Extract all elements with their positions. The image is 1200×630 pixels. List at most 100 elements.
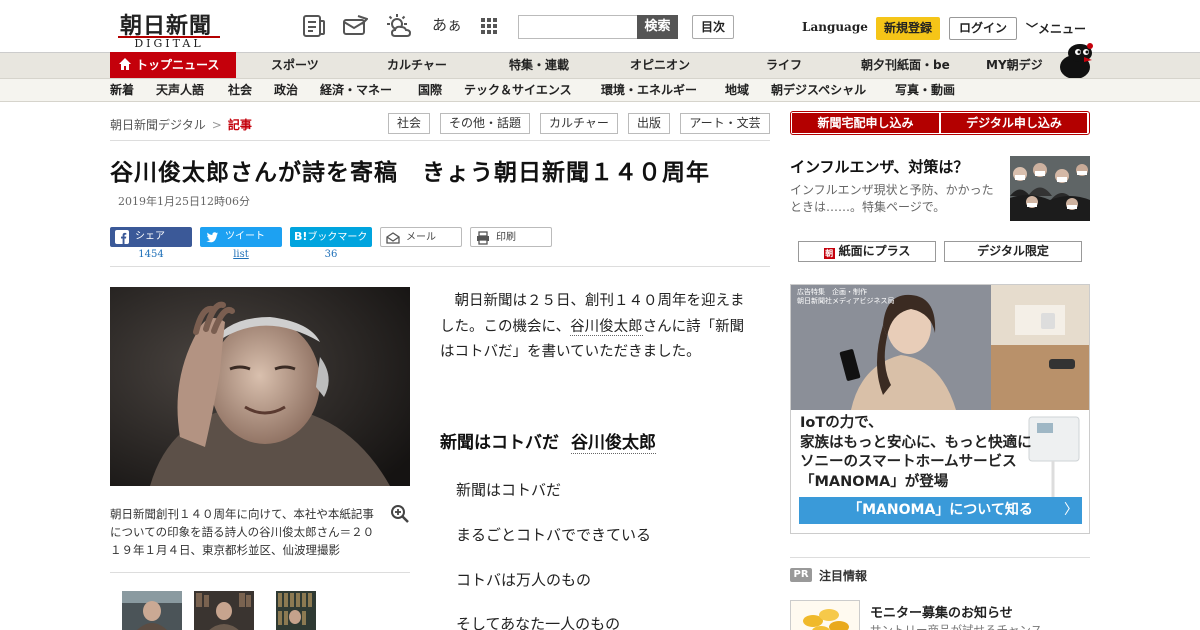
newspaper-icon[interactable] [301, 13, 327, 39]
ad-label-line: 広告特集 企画・制作 [797, 288, 867, 296]
nav2-item-economy[interactable]: 経済・マネー [320, 79, 392, 101]
nav2-item-tech[interactable]: テック＆サイエンス [464, 79, 572, 101]
tag-publishing[interactable]: 出版 [628, 113, 670, 134]
article-headline: 谷川俊太郎さんが詩を寄稿 きょう朝日新聞１４０周年 [110, 160, 710, 186]
tag-society[interactable]: 社会 [388, 113, 430, 134]
poem-line: まるごとコトバでできている [456, 526, 652, 544]
grid-icon[interactable] [476, 13, 502, 39]
poem-author-link[interactable]: 谷川俊太郎 [571, 433, 656, 454]
paper-plus-button[interactable]: 朝紙面にプラス [798, 241, 936, 262]
nav2-item-international[interactable]: 国際 [418, 79, 442, 101]
poem-line: コトバは万人のもの [456, 571, 592, 589]
logo-subtext: DIGITAL [134, 37, 204, 50]
facebook-share-button[interactable]: シェア [110, 227, 192, 247]
chevron-down-icon: ﹀ [1026, 22, 1039, 36]
divider [110, 572, 410, 573]
breadcrumb: 朝日新聞デジタル > 記事 [110, 116, 252, 133]
photo-caption: 朝日新聞創刊１４０周年に向けて、本社や本紙記事についての印象を語る詩人の谷川俊太… [110, 507, 375, 557]
nav2-item-region[interactable]: 地域 [725, 79, 749, 101]
nav-item-features[interactable]: 特集・連載 [509, 52, 569, 78]
promo-description: インフルエンザ現状と予防、かかったときは……。特集ページで。 [790, 183, 994, 214]
facebook-share-label: シェア [135, 231, 165, 242]
printer-icon [477, 231, 489, 245]
nav2-item-tenseijingo[interactable]: 天声人語 [156, 79, 204, 101]
mascot-icon[interactable] [1054, 43, 1094, 79]
print-button[interactable]: 印刷 [470, 227, 552, 247]
promo-title[interactable]: インフルエンザ、対策は？ [790, 156, 968, 177]
poem-title: 新聞はコトバだ [440, 433, 559, 453]
language-link[interactable]: Language [802, 20, 868, 34]
ad-copy-line: 「MANOMA」が登場 [800, 473, 949, 490]
weather-icon[interactable] [386, 13, 412, 39]
twitter-bird-icon [206, 232, 218, 243]
subscribe-digital-button[interactable]: デジタル申し込み [941, 113, 1087, 133]
nav2-item-special[interactable]: 朝デジスペシャル [771, 79, 866, 101]
nav-item-opinion[interactable]: オピニオン [630, 52, 690, 78]
login-button[interactable]: ログイン [949, 17, 1017, 40]
nav2-item-latest[interactable]: 新着 [110, 79, 134, 101]
nav2-item-society[interactable]: 社会 [228, 79, 252, 101]
subscribe-paper-button[interactable]: 新聞宅配申し込み [792, 113, 939, 133]
article-date: 2019年1月25日12時06分 [118, 195, 250, 208]
print-label: 印刷 [496, 232, 516, 243]
nav2-item-environment[interactable]: 環境・エネルギー [601, 79, 697, 101]
pr-item-image[interactable] [790, 600, 860, 630]
nav-item-sports[interactable]: スポーツ [271, 52, 319, 78]
digital-only-button[interactable]: デジタル限定 [944, 241, 1082, 262]
ad-copy-line: IoTの力で、 [800, 415, 883, 431]
pr-badge: PR [790, 568, 812, 582]
divider [790, 557, 1090, 558]
photo-thumbnail[interactable] [122, 591, 182, 630]
tag-culture[interactable]: カルチャー [540, 113, 618, 134]
hatena-bookmark-button[interactable]: B!ブックマーク [290, 227, 372, 247]
site-logo[interactable]: 朝日新聞 DIGITAL [110, 8, 228, 50]
home-icon [119, 58, 131, 70]
mail-share-label: メール [406, 232, 436, 243]
divider [110, 266, 770, 267]
twitter-share-label: ツイート [225, 231, 265, 242]
nav2-item-politics[interactable]: 政治 [274, 79, 298, 101]
mail-icon [386, 232, 400, 244]
paper-plane-icon[interactable] [342, 13, 369, 39]
nav2-item-photo[interactable]: 写真・動画 [895, 79, 955, 101]
poem-line: そしてあなた一人のもの [456, 615, 621, 630]
search-button[interactable]: 検索 [637, 15, 678, 39]
promo-image[interactable] [1010, 156, 1090, 221]
font-size-icon[interactable]: あぁ [432, 14, 462, 35]
twitter-share-count[interactable]: list [200, 249, 282, 260]
author-link[interactable]: 谷川俊太郎 [570, 318, 643, 336]
nav-item-paper[interactable]: 朝夕刊紙面・be [861, 52, 950, 78]
twitter-share-button[interactable]: ツイート [200, 227, 282, 247]
menu-label: メニュー [1038, 22, 1087, 36]
menu-button[interactable]: ﹀メニュー [1026, 20, 1086, 37]
tag-art[interactable]: アート・文芸 [680, 113, 770, 134]
facebook-icon [115, 230, 129, 244]
toc-button[interactable]: 目次 [692, 15, 734, 39]
pr-item-title[interactable]: モニター募集のお知らせ [870, 602, 1013, 621]
poem-line: 新聞はコトバだ [456, 481, 562, 499]
ad-label: 広告特集 企画・制作 朝日新聞社メディアビジネス局 [797, 288, 997, 306]
chevron-right-icon: 〉 [1064, 502, 1078, 518]
hatena-share-count: 36 [324, 249, 338, 260]
nav-item-life[interactable]: ライフ [766, 52, 802, 78]
pr-section-title: 注目情報 [819, 569, 868, 583]
article-body: 朝日新聞は２５日、創刊１４０周年を迎えました。この機会に、谷川俊太郎さんに詩「新… [440, 289, 750, 366]
divider [110, 140, 770, 141]
nav-item-my[interactable]: MY朝デジ [986, 52, 1043, 78]
search-input[interactable] [518, 15, 638, 39]
photo-thumbnail[interactable] [276, 591, 316, 630]
ad-copy: IoTの力で、 家族はもっと安心に、もっと快適に ソニーのスマートホームサービス… [800, 414, 1032, 492]
mail-share-button[interactable]: メール [380, 227, 462, 247]
photo-thumbnail[interactable] [194, 591, 254, 630]
nav-item-culture[interactable]: カルチャー [387, 52, 447, 78]
paper-plus-icon: 朝 [823, 248, 835, 259]
breadcrumb-home[interactable]: 朝日新聞デジタル [110, 118, 206, 132]
zoom-in-icon[interactable] [390, 504, 410, 524]
pr-item-description: サントリー商品が試せるチャンス [870, 623, 1043, 630]
ad-label-line: 朝日新聞社メディアビジネス局 [797, 297, 895, 305]
ad-cta-button[interactable]: 「MANOMA」について知る [799, 497, 1082, 524]
poem-heading: 新聞はコトバだ 谷川俊太郎 [440, 428, 656, 454]
article-photo[interactable] [110, 287, 410, 486]
signup-button[interactable]: 新規登録 [876, 17, 940, 40]
tag-misc[interactable]: その他・話題 [440, 113, 530, 134]
